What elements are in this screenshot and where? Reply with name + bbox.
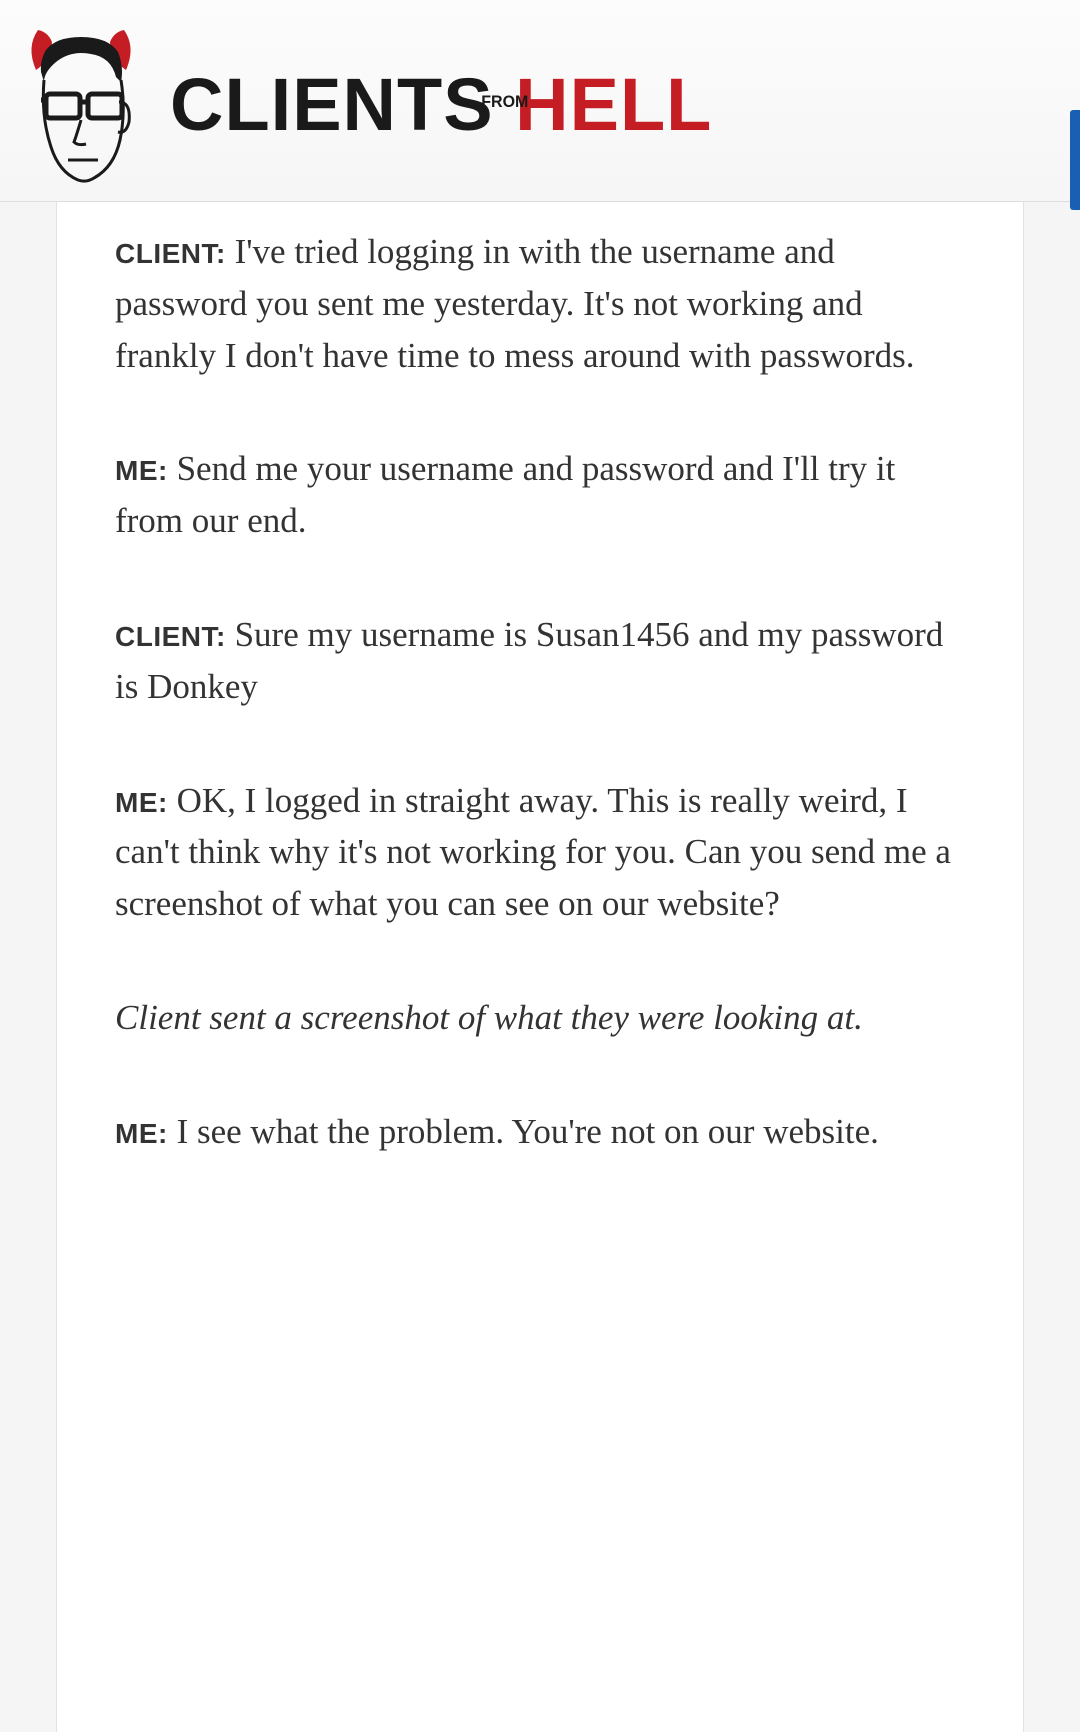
logo-text[interactable]: CLIENTS FROM HELL: [170, 68, 712, 142]
logo-word-hell: HELL: [515, 68, 712, 142]
side-tab-handle[interactable]: [1070, 110, 1080, 210]
dialogue-line: ME: OK, I logged in straight away. This …: [115, 775, 965, 930]
logo-face-icon: [16, 22, 146, 187]
dialogue-text: Sure my username is Susan1456 and my pas…: [115, 615, 943, 706]
speaker-label: ME:: [115, 455, 168, 486]
dialogue-line: CLIENT: I've tried logging in with the u…: [115, 226, 965, 381]
dialogue-narration: Client sent a screenshot of what they we…: [115, 992, 965, 1044]
speaker-label: CLIENT:: [115, 621, 226, 652]
dialogue-text: Client sent a screenshot of what they we…: [115, 998, 863, 1037]
dialogue-line: ME: I see what the problem. You're not o…: [115, 1106, 965, 1158]
dialogue-line: CLIENT: Sure my username is Susan1456 an…: [115, 609, 965, 713]
dialogue-block: CLIENT: I've tried logging in with the u…: [115, 202, 965, 1158]
speaker-label: ME:: [115, 787, 168, 818]
logo-word-from: FROM: [498, 80, 512, 129]
speaker-label: ME:: [115, 1118, 168, 1149]
article-body: CLIENT: I've tried logging in with the u…: [56, 202, 1024, 1732]
site-header: CLIENTS FROM HELL: [0, 0, 1080, 202]
dialogue-text: I've tried logging in with the username …: [115, 232, 915, 375]
dialogue-line: ME: Send me your username and password a…: [115, 443, 965, 547]
speaker-label: CLIENT:: [115, 238, 226, 269]
logo-word-clients: CLIENTS: [170, 68, 494, 142]
dialogue-text: OK, I logged in straight away. This is r…: [115, 781, 951, 924]
dialogue-text: I see what the problem. You're not on ou…: [168, 1112, 879, 1151]
dialogue-text: Send me your username and password and I…: [115, 449, 895, 540]
